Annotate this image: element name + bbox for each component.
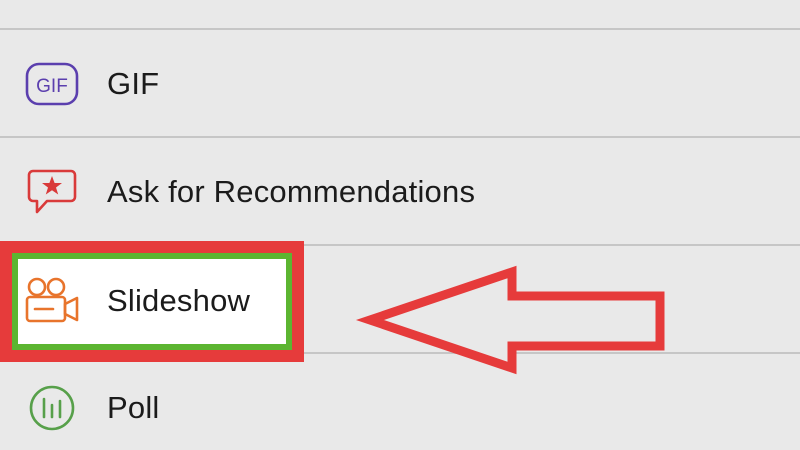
menu-divider [0, 28, 800, 30]
menu-item-gif[interactable]: GIF GIF [0, 32, 800, 136]
menu-item-ask-for-recommendations[interactable]: Ask for Recommendations [0, 140, 800, 244]
menu-item-slideshow[interactable]: Slideshow [0, 249, 292, 353]
recommendation-speech-bubble-icon [22, 162, 82, 222]
menu-divider [0, 136, 800, 138]
menu-item-label: Ask for Recommendations [107, 174, 476, 209]
video-camera-icon [22, 271, 82, 331]
menu-item-label: Poll [107, 390, 160, 425]
menu-item-label: GIF [107, 66, 160, 101]
menu-item-poll[interactable]: Poll [0, 356, 800, 450]
gif-icon-text: GIF [36, 76, 68, 97]
share-options-menu: GIF GIF Ask for Recommendations Slidesho… [0, 0, 800, 450]
menu-item-label: Slideshow [107, 283, 251, 318]
poll-chart-icon [22, 378, 82, 438]
gif-icon: GIF [22, 54, 82, 114]
